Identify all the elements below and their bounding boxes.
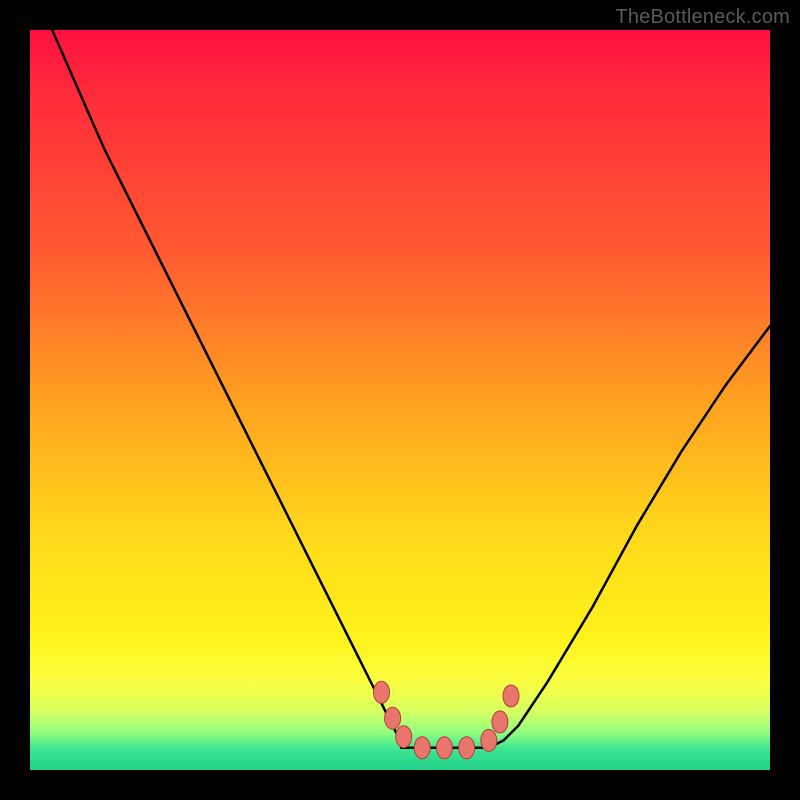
curve-marker <box>492 711 508 733</box>
watermark-text: TheBottleneck.com <box>615 6 790 29</box>
bottleneck-curve <box>52 30 770 748</box>
curve-marker <box>436 737 452 759</box>
curve-markers <box>374 681 520 759</box>
curve-layer <box>30 30 770 770</box>
curve-marker <box>414 737 430 759</box>
plot-area <box>30 30 770 770</box>
chart-frame: TheBottleneck.com <box>0 0 800 800</box>
curve-marker <box>481 729 497 751</box>
curve-marker <box>385 707 401 729</box>
curve-marker <box>396 726 412 748</box>
curve-marker <box>503 685 519 707</box>
curve-marker <box>374 681 390 703</box>
curve-marker <box>459 737 475 759</box>
